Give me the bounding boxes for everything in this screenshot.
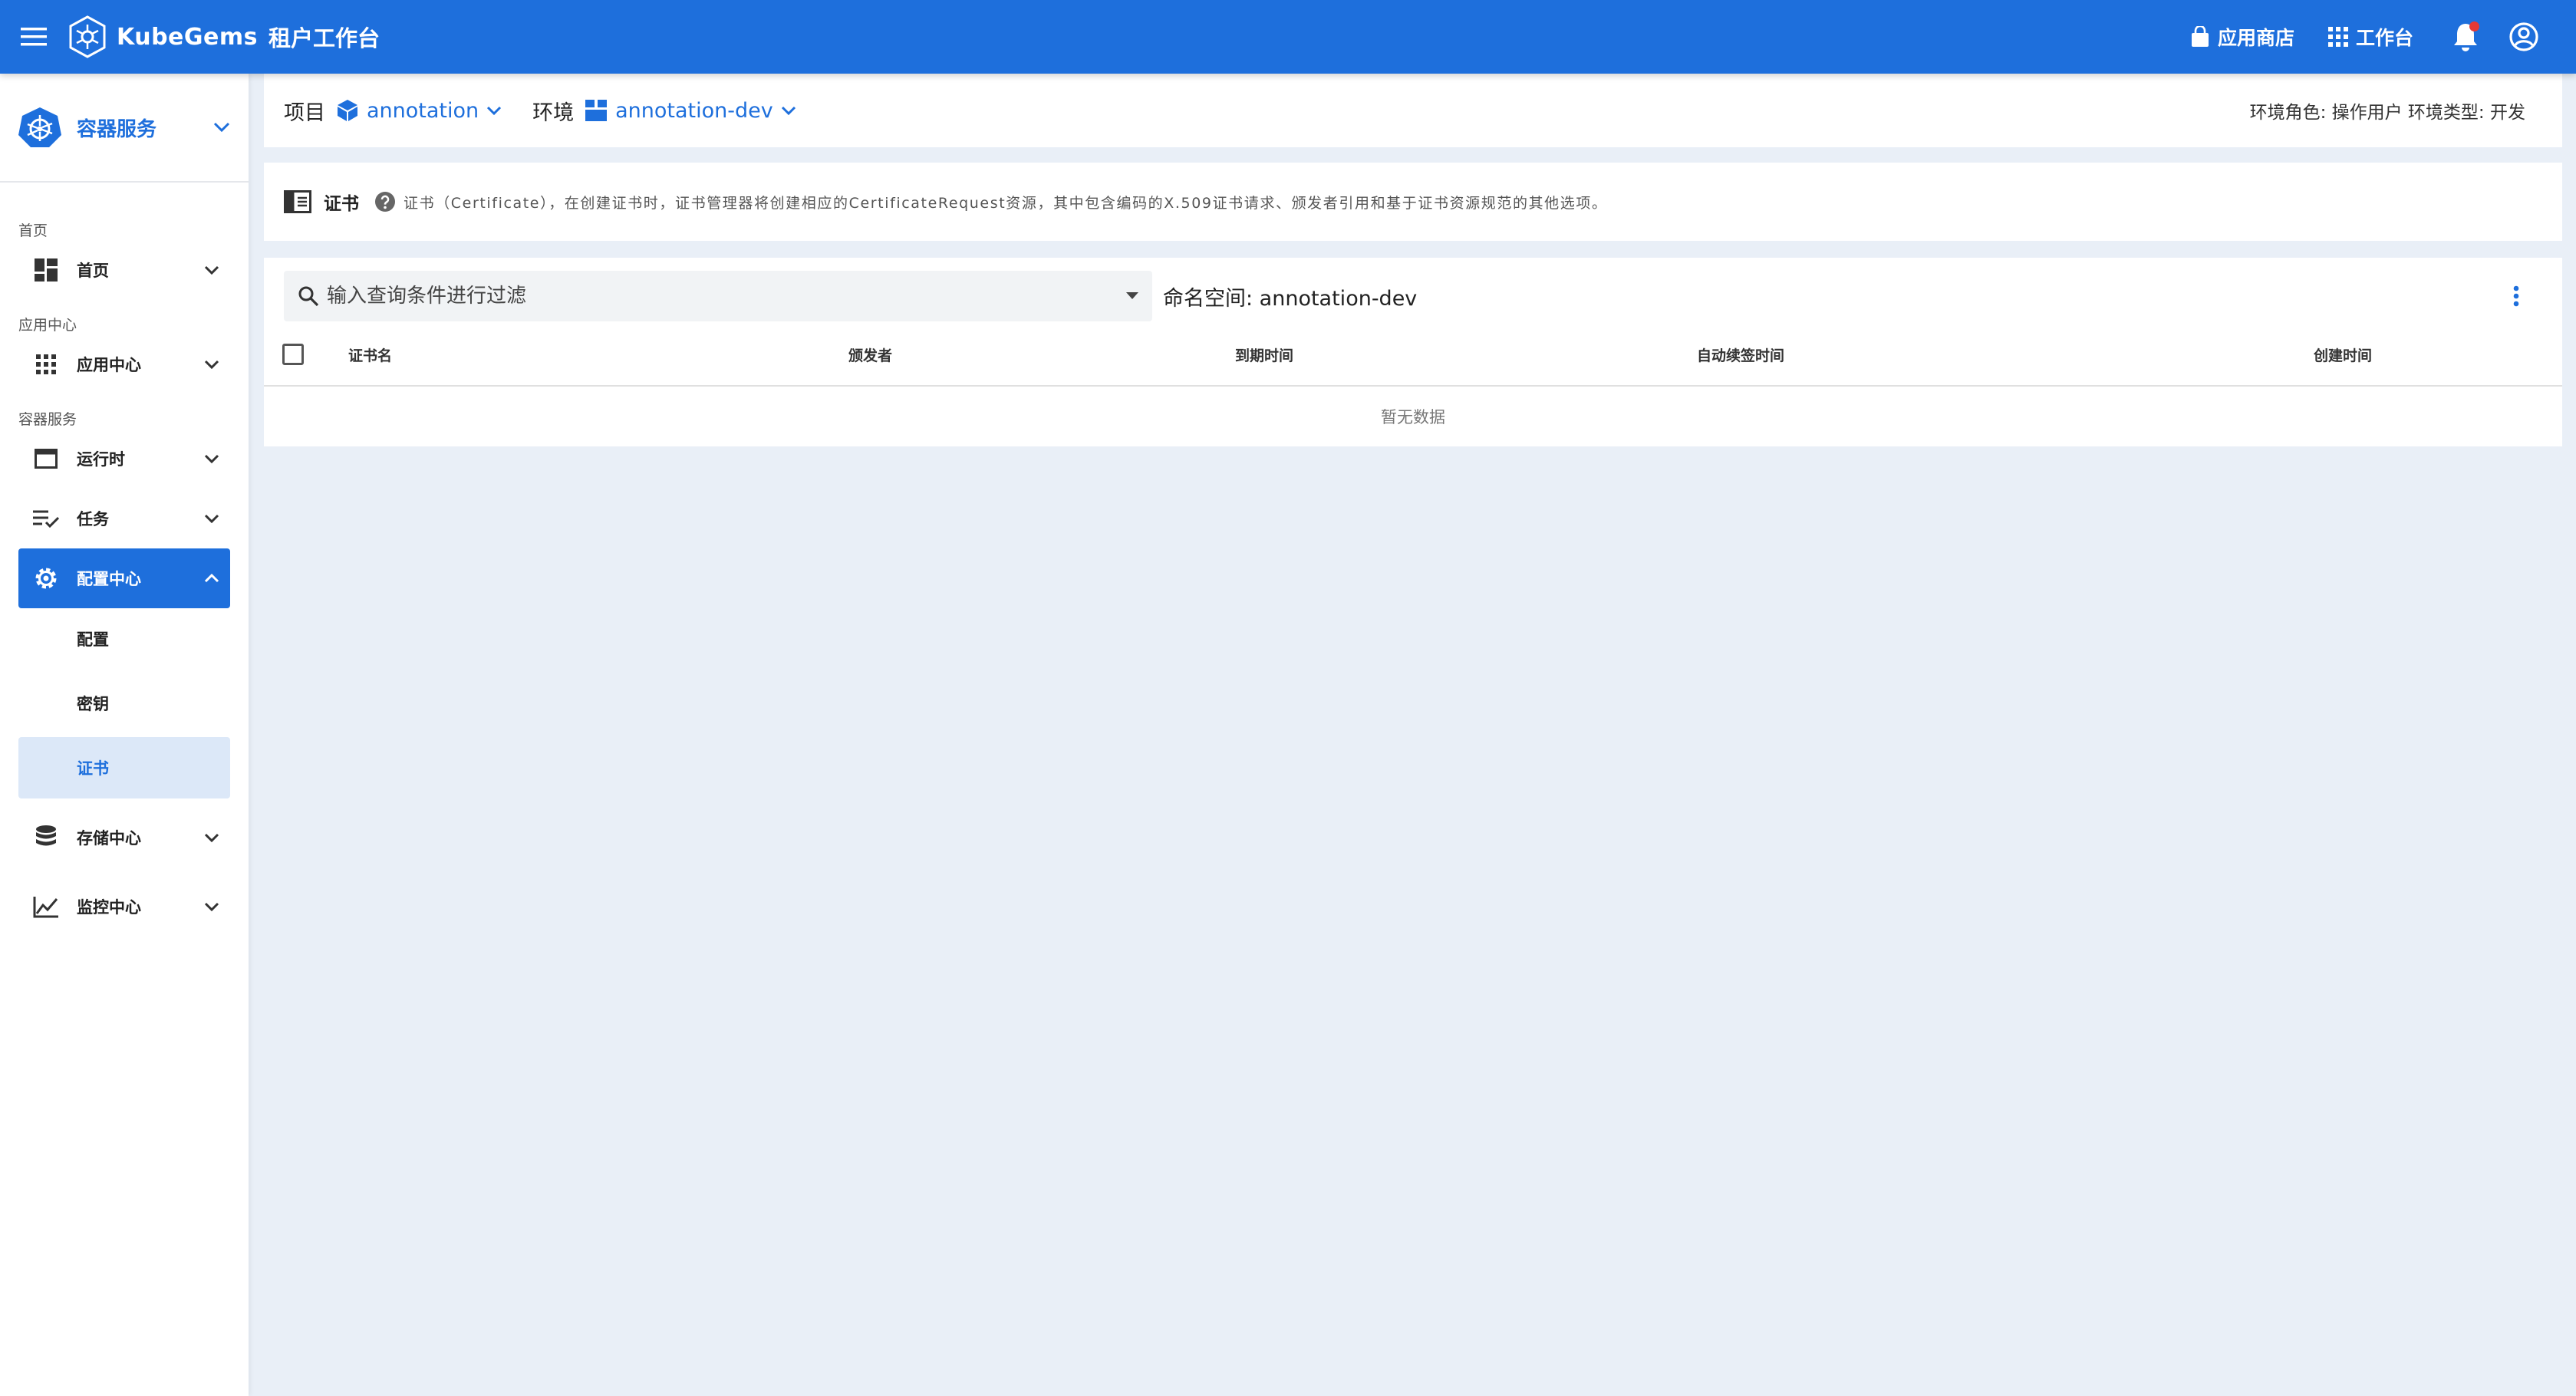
project-selector[interactable]: annotation: [336, 99, 502, 123]
line-chart-icon: [31, 891, 61, 922]
sidebar-subitem-config[interactable]: 配置: [18, 608, 230, 670]
chevron-down-icon: [204, 360, 219, 369]
environment-selector[interactable]: annotation-dev: [585, 99, 796, 123]
chevron-down-icon: [213, 122, 230, 133]
service-switcher[interactable]: 容器服务: [0, 74, 249, 183]
shopping-bag-icon: [2191, 26, 2209, 47]
notification-badge: [2469, 21, 2479, 31]
empty-table-message: 暂无数据: [1381, 408, 1445, 426]
package-box-icon: [585, 100, 608, 121]
project-value: annotation: [367, 98, 479, 123]
environment-value: annotation-dev: [615, 98, 773, 123]
chevron-down-icon: [204, 265, 219, 275]
environment-role-info: 环境角色: 操作用户 环境类型: 开发: [2249, 103, 2525, 123]
sidebar-item-app-center[interactable]: 应用中心: [18, 334, 230, 394]
workspace-title: 租户工作台: [268, 25, 380, 51]
window-icon: [31, 443, 61, 474]
namespace-label: 命名空间: annotation-dev: [1163, 286, 1418, 311]
apps-grid-icon: [2327, 27, 2348, 47]
chevron-down-icon: [781, 106, 796, 115]
sidebar-item-home[interactable]: 首页: [18, 240, 230, 300]
chevron-down-icon: [204, 902, 219, 911]
chevron-down-icon: [204, 833, 219, 842]
page-description: 证书（Certificate），在创建证书时，证书管理器将创建相应的Certif…: [404, 194, 1608, 212]
column-header-name[interactable]: 证书名: [348, 344, 392, 365]
page-title: 证书: [324, 194, 359, 214]
cube-icon: [338, 100, 357, 121]
column-header-created[interactable]: 创建时间: [2314, 344, 2372, 365]
top-app-bar: KubeGems 租户工作台 应用商店 工作台: [0, 0, 2576, 74]
certificate-table-card: 命名空间: annotation-dev 证书名 颁发者 到期时间 自动续签时间…: [264, 258, 2562, 446]
sidebar-item-label: 应用中心: [77, 356, 141, 374]
sidebar-subitem-certificates[interactable]: 证书: [18, 737, 230, 798]
column-header-expiry[interactable]: 到期时间: [1235, 344, 1293, 365]
sidebar-item-label: 存储中心: [77, 829, 141, 848]
sidebar-item-label: 运行时: [77, 450, 125, 469]
sidebar-item-label: 配置中心: [77, 570, 141, 588]
top-actions: 应用商店 工作台: [2190, 0, 2576, 74]
dashboard-icon: [31, 255, 61, 285]
workbench-label: 工作台: [2355, 27, 2413, 49]
sidebar-item-runtime[interactable]: 运行时: [18, 429, 230, 489]
sidebar-item-tasks[interactable]: 任务: [18, 489, 230, 548]
service-switcher-label: 容器服务: [77, 117, 157, 141]
checklist-icon: [31, 503, 61, 534]
column-header-issuer[interactable]: 颁发者: [848, 344, 892, 365]
brand-name: KubeGems: [117, 23, 258, 51]
select-all-checkbox[interactable]: [282, 344, 304, 365]
sidebar-panel-icon: [284, 190, 311, 213]
table-toolbar: 命名空间: annotation-dev: [264, 258, 2562, 324]
hamburger-menu-icon[interactable]: [15, 18, 52, 55]
chevron-down-icon: [487, 106, 502, 115]
settings-gear-icon: [31, 563, 61, 594]
chevron-down-icon: [204, 514, 219, 523]
filter-search-input[interactable]: [327, 285, 1126, 308]
app-store-label: 应用商店: [2217, 27, 2294, 49]
section-label-home: 首页: [18, 222, 48, 239]
help-circle-icon[interactable]: [374, 191, 396, 212]
apps-grid-icon: [31, 349, 61, 380]
sidebar-subitem-secrets[interactable]: 密钥: [18, 673, 230, 734]
environment-label: 环境: [532, 100, 575, 125]
project-label: 项目: [284, 100, 325, 125]
sidebar-item-label: 任务: [77, 510, 109, 528]
app-store-link[interactable]: 应用商店: [2190, 23, 2294, 51]
sidebar: 容器服务 首页 首页 应用中心 应用中心 容器服务 运行时 任务 配置中心 配置…: [0, 74, 249, 1396]
sidebar-item-storage-center[interactable]: 存储中心: [18, 808, 230, 868]
chevron-up-icon: [204, 574, 219, 583]
caret-down-icon[interactable]: [1126, 292, 1138, 300]
database-icon: [31, 822, 61, 853]
workbench-link[interactable]: 工作台: [2327, 23, 2413, 51]
sidebar-item-label: 首页: [77, 262, 109, 280]
table-header-row: 证书名 颁发者 到期时间 自动续签时间 创建时间: [264, 324, 2562, 387]
filter-search-box[interactable]: [284, 271, 1152, 321]
kubernetes-wheel-icon: [18, 107, 61, 147]
more-options-icon[interactable]: [2501, 281, 2532, 311]
chevron-down-icon: [204, 454, 219, 463]
page-header: 证书 证书（Certificate），在创建证书时，证书管理器将创建相应的Cer…: [264, 163, 2562, 241]
sidebar-item-config-center[interactable]: 配置中心: [18, 548, 230, 608]
sidebar-item-label: 监控中心: [77, 898, 141, 917]
kubegems-logo-icon: [66, 15, 109, 58]
section-label-app-center: 应用中心: [18, 317, 77, 334]
context-bar: 项目 annotation 环境 annotation-dev 环境角色: 操作…: [264, 74, 2562, 147]
account-avatar-icon[interactable]: [2505, 18, 2542, 55]
search-icon: [298, 286, 319, 307]
notifications-bell-icon[interactable]: [2447, 18, 2484, 55]
column-header-renewal[interactable]: 自动续签时间: [1697, 344, 1784, 365]
sidebar-item-monitor-center[interactable]: 监控中心: [18, 877, 230, 937]
section-label-container-service: 容器服务: [18, 411, 77, 428]
